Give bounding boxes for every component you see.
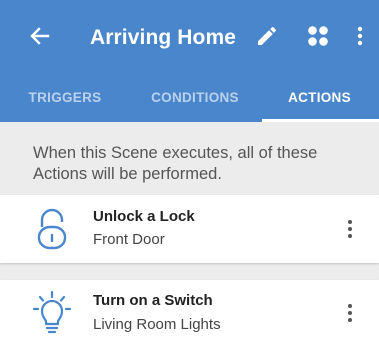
action-subtitle: Front Door [93, 231, 165, 248]
tab-bar: TRIGGERS CONDITIONS ACTIONS [0, 72, 379, 122]
edit-button[interactable] [255, 24, 279, 48]
more-vertical-icon [348, 304, 352, 322]
apps-button[interactable] [305, 23, 331, 49]
page-title: Arriving Home [90, 26, 236, 49]
lightbulb-on-icon [32, 290, 72, 336]
more-vertical-icon [357, 26, 363, 46]
more-vertical-icon [348, 220, 352, 238]
toolbar: Arriving Home [0, 0, 379, 72]
overflow-menu-button[interactable] [352, 24, 368, 48]
arrow-left-icon [30, 27, 50, 45]
tab-conditions[interactable]: CONDITIONS [130, 72, 260, 122]
action-card-unlock[interactable]: Unlock a Lock Front Door [0, 195, 379, 263]
app-bar: Arriving Home TRIGGERS CONDITIONS ACTION… [0, 0, 379, 122]
intro-text: When this Scene executes, all of these A… [33, 144, 318, 183]
scene-screen: Arriving Home TRIGGERS CONDITIONS ACTION… [0, 0, 379, 349]
action-subtitle: Living Room Lights [93, 316, 221, 333]
pencil-icon [258, 26, 277, 45]
unlock-icon [32, 205, 72, 251]
tab-indicator [262, 119, 379, 122]
action-menu-button[interactable] [342, 217, 358, 241]
action-title: Turn on a Switch [93, 292, 213, 309]
back-button[interactable] [28, 24, 52, 48]
action-card-switch[interactable]: Turn on a Switch Living Room Lights [0, 280, 379, 349]
tab-actions[interactable]: ACTIONS [260, 72, 379, 122]
action-title: Unlock a Lock [93, 208, 195, 225]
tab-triggers[interactable]: TRIGGERS [0, 72, 130, 122]
action-menu-button[interactable] [342, 301, 358, 325]
apps-grid-icon [308, 26, 328, 46]
